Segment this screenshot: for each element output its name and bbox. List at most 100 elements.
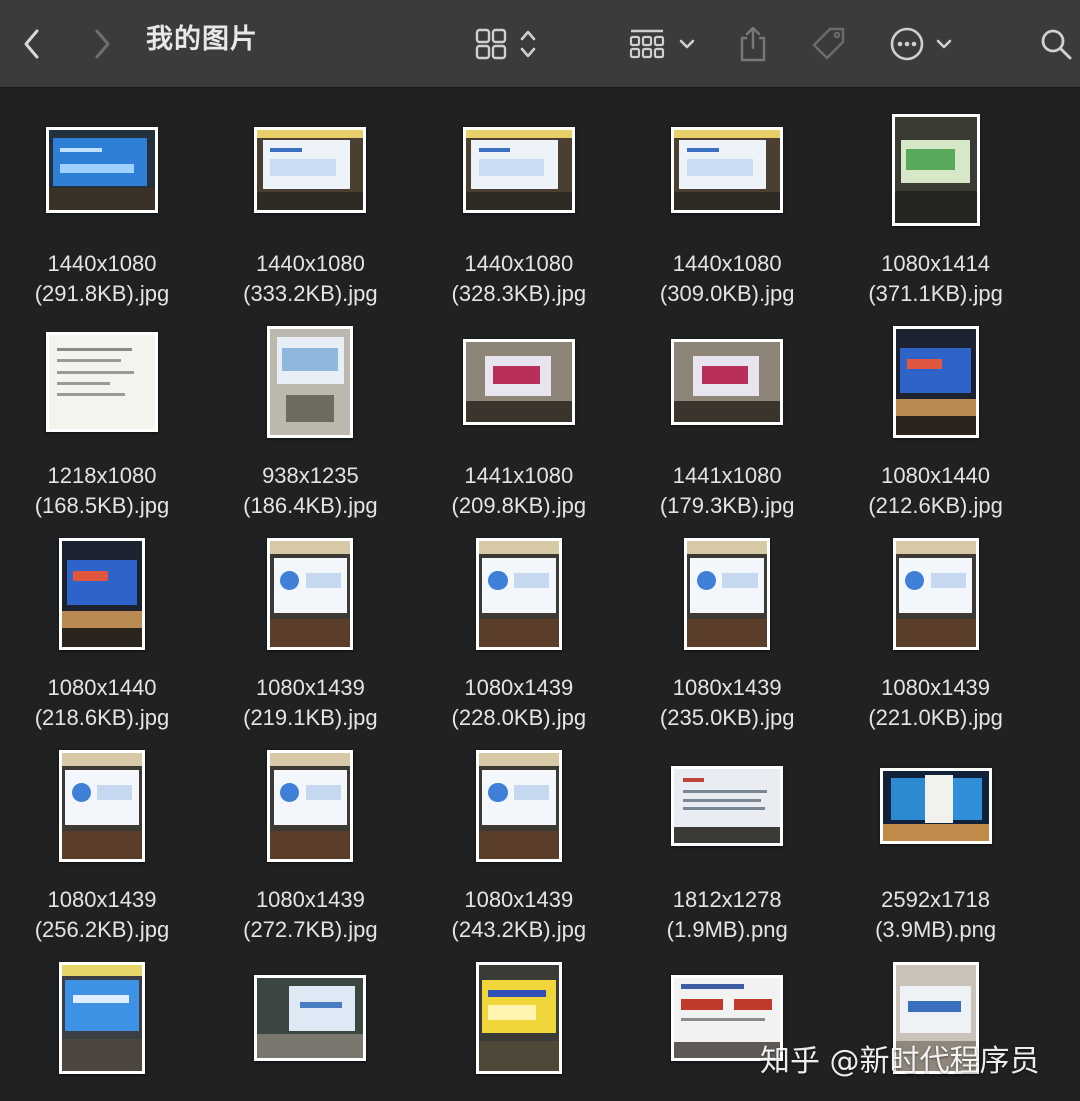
file-item[interactable]: 1441x1080 (179.3KB).jpg xyxy=(623,301,831,518)
file-item[interactable]: 1080x1439 (221.0KB).jpg xyxy=(832,513,1040,730)
file-item[interactable]: 1080x1440 (212.6KB).jpg xyxy=(832,301,1040,518)
file-name: 1440x1080 (291.8KB).jpg xyxy=(0,249,206,309)
file-item[interactable]: 1080x1439 (243.2KB).jpg xyxy=(415,725,623,942)
file-dimensions: 1080x1439 xyxy=(255,887,365,912)
thumbnail-area xyxy=(623,531,831,657)
file-grid: 1440x1080 (291.8KB).jpg 1440x1080 (333.2KB… xyxy=(0,89,1080,1101)
file-dimensions: 1218x1080 xyxy=(47,463,157,488)
group-by-icon xyxy=(629,29,695,59)
thumbnail-area xyxy=(206,107,414,233)
share-icon xyxy=(740,26,766,62)
image-thumbnail[interactable] xyxy=(671,766,784,846)
back-button[interactable] xyxy=(14,0,50,88)
window-title: 我的图片 xyxy=(146,24,258,54)
image-thumbnail[interactable] xyxy=(267,326,354,438)
file-dimensions: 1440x1080 xyxy=(464,251,574,276)
forward-button[interactable] xyxy=(84,0,120,88)
file-item[interactable]: 1440x1080 (309.0KB).jpg xyxy=(623,89,831,306)
image-thumbnail[interactable] xyxy=(59,538,145,650)
file-name: 938x1235 (186.4KB).jpg xyxy=(206,461,414,521)
image-thumbnail[interactable] xyxy=(879,768,992,844)
thumbnail-area xyxy=(415,743,623,869)
thumbnail-area xyxy=(415,531,623,657)
file-name: 1080x1439 (272.7KB).jpg xyxy=(206,885,414,945)
file-name: 1218x1080 (168.5KB).jpg xyxy=(0,461,206,521)
image-thumbnail[interactable] xyxy=(891,114,980,226)
ellipsis-circle-icon xyxy=(890,27,952,61)
image-thumbnail[interactable] xyxy=(475,962,562,1074)
file-dimensions: 938x1235 xyxy=(262,463,359,488)
share-button[interactable] xyxy=(734,0,772,88)
image-thumbnail[interactable] xyxy=(462,339,575,425)
file-name: 1080x1439 (243.2KB).jpg xyxy=(415,885,623,945)
thumbnail-area xyxy=(0,531,206,657)
file-dimensions: 1441x1080 xyxy=(672,463,782,488)
view-mode-button[interactable] xyxy=(474,0,544,88)
image-thumbnail[interactable] xyxy=(267,538,354,650)
file-item[interactable]: 1080x1439 (256.2KB).jpg xyxy=(0,725,206,942)
image-thumbnail[interactable] xyxy=(267,750,354,862)
file-item[interactable]: 1218x1080 (168.5KB).jpg xyxy=(0,301,206,518)
file-dimensions: 2592x1718 xyxy=(881,887,991,912)
image-thumbnail[interactable] xyxy=(46,332,158,432)
file-item[interactable] xyxy=(0,937,206,1101)
image-thumbnail[interactable] xyxy=(684,538,771,650)
file-item[interactable]: 1080x1440 (218.6KB).jpg xyxy=(0,513,206,730)
file-item[interactable]: 1440x1080 (291.8KB).jpg xyxy=(0,89,206,306)
file-item[interactable]: 1080x1414 (371.1KB).jpg xyxy=(832,89,1040,306)
file-item[interactable] xyxy=(206,937,414,1101)
tag-button[interactable] xyxy=(806,0,850,88)
image-thumbnail[interactable] xyxy=(46,127,158,213)
image-thumbnail[interactable] xyxy=(59,750,145,862)
thumbnail-area xyxy=(623,319,831,445)
file-item[interactable]: 1812x1278 (1.9MB).png xyxy=(623,725,831,942)
file-item[interactable]: 1080x1439 (219.1KB).jpg xyxy=(206,513,414,730)
thumbnail-area xyxy=(206,531,414,657)
file-item[interactable]: 2592x1718 (3.9MB).png xyxy=(832,725,1040,942)
watermark-text: 知乎 @新时代程序员 xyxy=(760,1044,1040,1079)
file-dimensions: 1080x1439 xyxy=(672,675,782,700)
thumbnail-area xyxy=(206,743,414,869)
thumbnail-area xyxy=(0,107,206,233)
more-actions-button[interactable] xyxy=(888,0,958,88)
image-thumbnail[interactable] xyxy=(462,127,575,213)
file-item[interactable]: 1080x1439 (272.7KB).jpg xyxy=(206,725,414,942)
image-thumbnail[interactable] xyxy=(671,339,784,425)
image-thumbnail[interactable] xyxy=(59,962,145,1074)
search-icon xyxy=(1041,29,1072,60)
group-by-button[interactable] xyxy=(628,0,700,88)
image-thumbnail[interactable] xyxy=(671,127,784,213)
file-name: 1080x1439 (219.1KB).jpg xyxy=(206,673,414,733)
file-dimensions: 1080x1440 xyxy=(47,675,157,700)
image-thumbnail[interactable] xyxy=(892,326,979,438)
search-button[interactable] xyxy=(1036,0,1076,88)
image-thumbnail[interactable] xyxy=(892,538,979,650)
tag-icon xyxy=(812,27,845,60)
file-item[interactable] xyxy=(415,937,623,1101)
file-dimensions: 1080x1440 xyxy=(881,463,991,488)
thumbnail-area xyxy=(832,319,1040,445)
file-name: 1441x1080 (209.8KB).jpg xyxy=(415,461,623,521)
file-item[interactable]: 1080x1439 (235.0KB).jpg xyxy=(623,513,831,730)
file-item[interactable]: 938x1235 (186.4KB).jpg xyxy=(206,301,414,518)
file-name: 1812x1278 (1.9MB).png xyxy=(623,885,831,945)
image-thumbnail[interactable] xyxy=(475,750,562,862)
thumbnail-area xyxy=(0,743,206,869)
file-item[interactable]: 1441x1080 (209.8KB).jpg xyxy=(415,301,623,518)
file-name: 1080x1440 (218.6KB).jpg xyxy=(0,673,206,733)
image-thumbnail[interactable] xyxy=(254,127,367,213)
file-dimensions: 1080x1439 xyxy=(47,887,157,912)
file-dimensions: 1080x1439 xyxy=(464,887,574,912)
image-thumbnail[interactable] xyxy=(475,538,562,650)
thumbnail-area xyxy=(0,319,206,445)
file-name: 1440x1080 (309.0KB).jpg xyxy=(623,249,831,309)
thumbnail-area xyxy=(415,107,623,233)
thumbnail-area xyxy=(832,743,1040,869)
file-item[interactable]: 1440x1080 (328.3KB).jpg xyxy=(415,89,623,306)
file-item[interactable]: 1080x1439 (228.0KB).jpg xyxy=(415,513,623,730)
thumbnail-area xyxy=(415,955,623,1081)
file-name: 1440x1080 (328.3KB).jpg xyxy=(415,249,623,309)
file-item[interactable]: 1440x1080 (333.2KB).jpg xyxy=(206,89,414,306)
file-dimensions: 1440x1080 xyxy=(672,251,782,276)
image-thumbnail[interactable] xyxy=(254,975,367,1061)
